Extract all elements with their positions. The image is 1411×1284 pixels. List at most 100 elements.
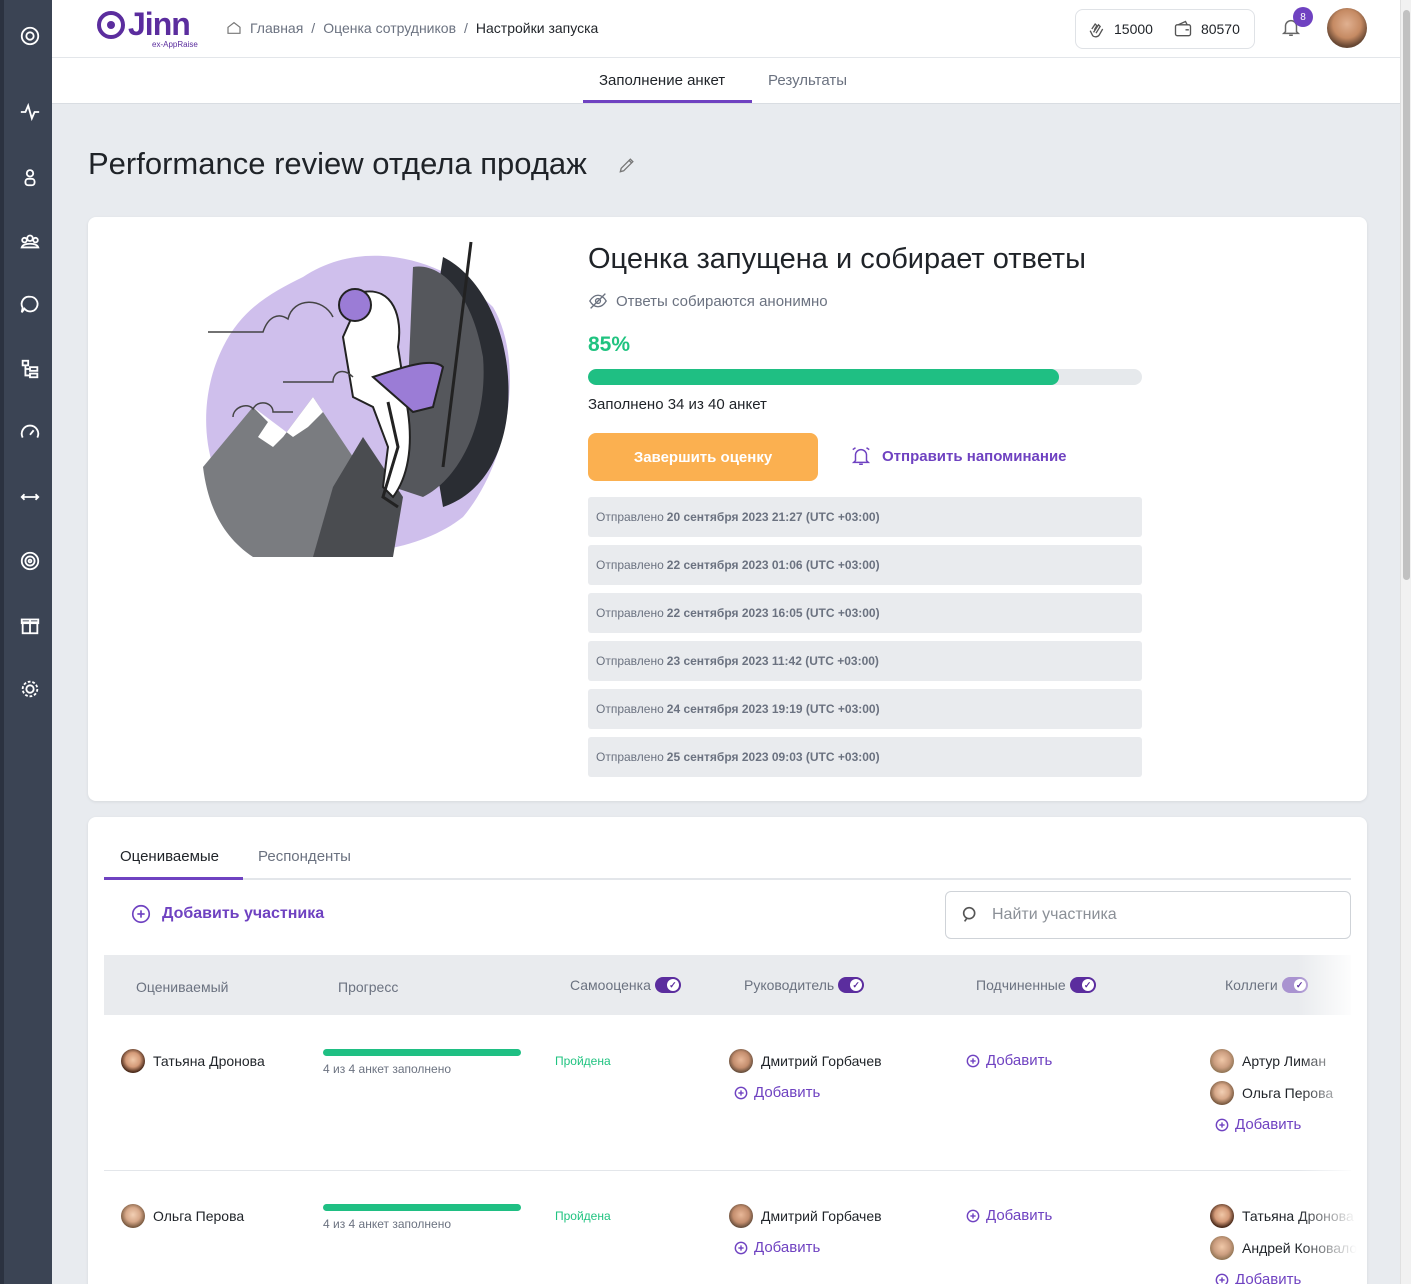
breadcrumb: Главная / Оценка сотрудников / Настройки… [226, 20, 598, 36]
jinn-logo[interactable]: Jinn ex-AppRaise [96, 6, 206, 50]
search-icon [962, 906, 976, 922]
row-progress-text: 4 из 4 анкет заполнено [323, 1217, 452, 1231]
logo-spiral-icon[interactable] [16, 22, 44, 50]
scrollbar-thumb[interactable] [1403, 10, 1410, 580]
finish-evaluation-button[interactable]: Завершить оценку [588, 433, 818, 481]
plus-circle-icon [131, 904, 151, 924]
manager-toggle[interactable]: ✓ [838, 977, 865, 993]
breadcrumb-section[interactable]: Оценка сотрудников [323, 20, 456, 36]
add-colleague-link[interactable]: Добавить [1215, 1116, 1301, 1133]
column-subordinates: Подчиненные ✓ [976, 977, 1096, 993]
avatar [1210, 1081, 1234, 1105]
plus-circle-icon [1215, 1273, 1229, 1284]
column-subordinates-label: Подчиненные [976, 977, 1066, 993]
wallet-value: 80570 [1200, 21, 1240, 37]
add-subordinate-link[interactable]: Добавить [966, 1052, 1052, 1069]
table-overflow-fade [1298, 955, 1367, 1284]
send-reminder-button[interactable]: Отправить напоминание [850, 445, 1067, 467]
self-toggle[interactable]: ✓ [654, 977, 681, 993]
sync-icon[interactable] [16, 483, 44, 511]
sent-log-entry: Отправлено 20 сентября 2023 21:27 (UTC +0… [588, 497, 1142, 537]
notifications-badge: 8 [1293, 7, 1313, 27]
tab-results[interactable]: Результаты [768, 72, 847, 89]
filled-count: Заполнено 34 из 40 анкет [588, 396, 767, 413]
sent-log-date: 25 сентября 2023 09:03 (UTC +03:00) [666, 750, 880, 764]
column-colleagues-label: Коллеги [1225, 977, 1278, 993]
breadcrumb-home[interactable]: Главная [250, 20, 303, 36]
progress-bar [588, 369, 1142, 385]
logo-text: Jinn [128, 6, 191, 42]
sent-log-prefix: Отправлено [596, 558, 664, 572]
chat-icon[interactable] [16, 291, 44, 319]
manager-person[interactable]: Дмитрий Горбачев [729, 1049, 882, 1073]
wallet-balance: 80570 [1173, 19, 1240, 39]
balance-widget[interactable]: 15000 80570 [1075, 9, 1255, 49]
claps-balance: 15000 [1086, 19, 1153, 39]
sent-log-entry: Отправлено 23 сентября 2023 11:42 (UTC +0… [588, 641, 1142, 681]
status-card: Оценка запущена и собирает ответы Ответы… [88, 217, 1367, 801]
self-status: Пройдена [555, 1209, 611, 1223]
tab-respondents[interactable]: Респонденты [258, 848, 351, 865]
logo-subtitle: ex-AppRaise [152, 40, 198, 49]
tab-evaluated[interactable]: Оцениваемые [120, 848, 219, 865]
gift-icon[interactable] [16, 611, 44, 639]
search-input[interactable] [992, 906, 1332, 924]
speedometer-icon[interactable] [16, 419, 44, 447]
target-icon[interactable] [16, 547, 44, 575]
column-manager-label: Руководитель [744, 977, 835, 993]
sidebar [0, 0, 52, 1284]
sent-log-date: 20 сентября 2023 21:27 (UTC +03:00) [666, 510, 880, 524]
avatar [729, 1049, 753, 1073]
table-header: Оцениваемый Прогресс Самооценка ✓ Руково… [104, 955, 1351, 1015]
add-manager-link[interactable]: Добавить [734, 1239, 820, 1256]
anonymous-note: Ответы собираются анонимно [588, 292, 828, 310]
breadcrumb-separator: / [311, 20, 316, 36]
tab-questionnaires[interactable]: Заполнение анкет [599, 72, 725, 89]
add-participant-button[interactable]: Добавить участника [130, 903, 324, 925]
page-title: Performance review отдела продаж [88, 146, 587, 181]
home-icon[interactable] [226, 20, 242, 36]
add-label: Добавить [986, 1207, 1053, 1224]
add-colleague-link[interactable]: Добавить [1215, 1271, 1301, 1284]
wallet-icon [1174, 20, 1192, 37]
add-manager-link[interactable]: Добавить [734, 1084, 820, 1101]
breadcrumb-current: Настройки запуска [475, 20, 599, 36]
evaluated-person[interactable]: Татьяна Дронова [121, 1049, 265, 1073]
page-scrollbar[interactable] [1400, 0, 1411, 1284]
column-evaluated: Оцениваемый [136, 979, 229, 995]
add-label: Добавить [986, 1052, 1053, 1069]
user-icon[interactable] [16, 163, 44, 191]
user-avatar[interactable] [1327, 8, 1367, 48]
anonymous-note-text: Ответы собираются анонимно [616, 292, 828, 310]
check-icon: ✓ [850, 979, 863, 991]
person-name: Дмитрий Горбачев [761, 1053, 882, 1069]
team-icon[interactable] [16, 227, 44, 255]
avatar [729, 1204, 753, 1228]
sent-log-date: 24 сентября 2023 19:19 (UTC +03:00) [666, 702, 880, 716]
sent-log-entry: Отправлено 22 сентября 2023 16:05 (UTC +0… [588, 593, 1142, 633]
climber-illustration [203, 241, 510, 557]
row-divider [104, 1170, 1351, 1171]
subordinates-toggle[interactable]: ✓ [1069, 977, 1096, 993]
add-label: Добавить [754, 1239, 821, 1256]
tabs-divider [104, 878, 1351, 880]
settings-icon[interactable] [16, 675, 44, 703]
sent-log-entry: Отправлено 25 сентября 2023 09:03 (UTC +0… [588, 737, 1142, 777]
participant-search[interactable] [945, 891, 1351, 939]
manager-person[interactable]: Дмитрий Горбачев [729, 1204, 882, 1228]
sent-log-prefix: Отправлено [596, 606, 664, 620]
column-colleagues: Коллеги ✓ [1225, 977, 1308, 993]
edit-pencil-icon[interactable] [617, 155, 637, 175]
sent-log-date: 22 сентября 2023 01:06 (UTC +03:00) [666, 558, 880, 572]
pulse-icon[interactable] [16, 98, 44, 126]
row-progress-bar [323, 1204, 521, 1211]
add-subordinate-link[interactable]: Добавить [966, 1207, 1052, 1224]
org-structure-icon[interactable] [16, 355, 44, 383]
add-participant-label: Добавить участника [162, 905, 325, 922]
active-tab-indicator [104, 877, 243, 880]
evaluated-person[interactable]: Ольга Перова [121, 1204, 244, 1228]
self-status: Пройдена [555, 1054, 611, 1068]
sent-log-date: 22 сентября 2023 16:05 (UTC +03:00) [666, 606, 880, 620]
add-label: Добавить [1235, 1116, 1302, 1133]
plus-circle-icon [734, 1241, 748, 1254]
